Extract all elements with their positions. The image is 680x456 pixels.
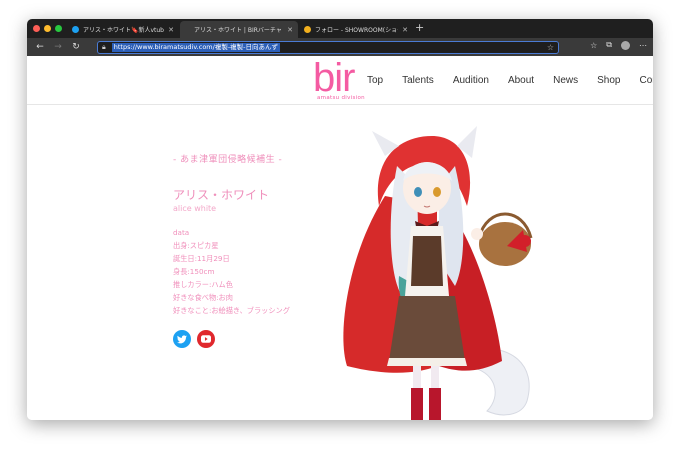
zoom-window-button[interactable] — [55, 25, 62, 32]
close-window-button[interactable] — [33, 25, 40, 32]
page-content: bir amatsu division Top Talents Audition… — [27, 56, 653, 420]
talent-profile: - あま津軍団侵略候補生 - アリス・ホワイト alice white data… — [173, 152, 290, 348]
bookmark-star-icon[interactable]: ☆ — [547, 43, 554, 52]
browser-window: アリス・ホワイト🔖新人vtuber ✕ アリス・ホワイト | BIRバーチャ ✕… — [27, 19, 653, 420]
nav-news[interactable]: News — [553, 75, 578, 86]
twitter-icon[interactable] — [173, 330, 191, 348]
tab-showroom[interactable]: フォロー - SHOWROOM(ショー ✕ — [299, 21, 413, 38]
logo-subtitle: amatsu division — [317, 95, 365, 101]
nav-top[interactable]: Top — [367, 75, 383, 86]
forward-arrow-icon[interactable]: → — [49, 38, 67, 56]
back-arrow-icon[interactable]: ← — [31, 38, 49, 56]
tab-label: アリス・ホワイト | BIRバーチャ — [194, 27, 282, 34]
logo-text: bir — [313, 56, 355, 100]
profile-avatar-icon[interactable] — [621, 40, 630, 50]
nav-audition[interactable]: Audition — [453, 75, 489, 86]
profile-tagline: - あま津軍団侵略候補生 - — [173, 155, 283, 165]
nav-about[interactable]: About — [508, 75, 534, 86]
close-tab-icon[interactable]: ✕ — [402, 26, 408, 34]
window-controls — [33, 25, 62, 32]
character-illustration — [327, 126, 547, 420]
lock-icon: 🔒︎ — [102, 43, 106, 51]
toolbar-right-icons: ☆ ⧉ ⋯ — [590, 40, 647, 50]
showroom-favicon-icon — [304, 26, 311, 33]
favorites-icon[interactable]: ☆ — [590, 41, 597, 50]
data-birthday: 誕生日:11月29日 — [173, 254, 230, 263]
profile-name-jp: アリス・ホワイト — [173, 188, 270, 202]
new-tab-button[interactable]: + — [415, 21, 424, 34]
minimize-window-button[interactable] — [44, 25, 51, 32]
reload-icon[interactable]: ↻ — [67, 38, 85, 56]
tab-label: アリス・ホワイト🔖新人vtuber — [83, 27, 165, 34]
collections-icon[interactable]: ⧉ — [606, 40, 612, 50]
browser-toolbar: ← → ↻ 🔒︎ https://www.biramatsudiv.com/複製… — [27, 38, 653, 56]
profile-data: data 出身:スピカ星 誕生日:11月29日 身長:150cm 推しカラー:ハ… — [173, 226, 290, 317]
twitter-favicon-icon — [72, 26, 79, 33]
data-origin: 出身:スピカ星 — [173, 241, 219, 250]
nav-shop[interactable]: Shop — [597, 75, 620, 86]
profile-name-en: alice white — [173, 204, 217, 213]
data-color: 推しカラー:ハム色 — [173, 280, 233, 289]
tab-bar: アリス・ホワイト🔖新人vtuber ✕ アリス・ホワイト | BIRバーチャ ✕… — [27, 19, 653, 38]
site-header: bir amatsu division Top Talents Audition… — [27, 56, 653, 105]
nav-talents[interactable]: Talents — [402, 75, 434, 86]
data-food: 好きな食べ物:お肉 — [173, 293, 233, 302]
site-nav: Top Talents Audition About News Shop Con… — [367, 75, 653, 86]
url-text[interactable]: https://www.biramatsudiv.com/複製-複製-日向あんず — [111, 43, 281, 52]
close-tab-icon[interactable]: ✕ — [287, 26, 293, 34]
data-height: 身長:150cm — [173, 267, 215, 276]
data-hobby: 好きなこと:お絵描き、ブラッシング — [173, 306, 290, 315]
more-menu-icon[interactable]: ⋯ — [639, 41, 647, 50]
nav-contact[interactable]: Contact — [639, 75, 653, 86]
youtube-icon[interactable] — [197, 330, 215, 348]
tab-twitter[interactable]: アリス・ホワイト🔖新人vtuber ✕ — [67, 21, 179, 38]
close-tab-icon[interactable]: ✕ — [168, 26, 174, 34]
tab-label: フォロー - SHOWROOM(ショー — [315, 27, 399, 34]
social-links — [173, 330, 290, 348]
tab-active-page[interactable]: アリス・ホワイト | BIRバーチャ ✕ — [180, 21, 298, 38]
address-bar[interactable]: 🔒︎ https://www.biramatsudiv.com/複製-複製-日向… — [97, 41, 559, 54]
site-logo[interactable]: bir amatsu division — [313, 56, 365, 101]
data-heading: data — [173, 228, 190, 237]
